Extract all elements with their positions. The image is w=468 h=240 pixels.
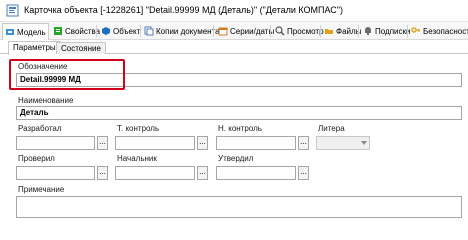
- toolbar-separator: [213, 25, 214, 37]
- name-label: Наименование: [18, 96, 74, 105]
- toolbar-separator: [407, 25, 408, 37]
- chief-select-button[interactable]: ...: [197, 166, 208, 180]
- developed-select-button[interactable]: ...: [97, 136, 108, 150]
- folder-icon: [325, 29, 333, 34]
- toolbar-separator: [96, 25, 97, 37]
- object-icon: [102, 27, 110, 35]
- model-icon: [6, 29, 14, 35]
- toolbar-separator: [140, 25, 141, 37]
- toolbar-object-button[interactable]: Объект: [99, 24, 142, 38]
- toolbar-subscriptions-label: Подписки: [375, 26, 411, 36]
- tcontrol-field[interactable]: [115, 136, 195, 150]
- toolbar-view-label: Просмотр: [287, 26, 324, 36]
- toolbar-series-button[interactable]: Серии/даты: [216, 24, 276, 38]
- tab-strip: Параметры Состояние: [0, 40, 468, 55]
- developed-label: Разработал: [18, 124, 62, 133]
- toolbar: Модель Свойства Объект Копии документа С…: [0, 22, 468, 40]
- key-icon: [411, 27, 420, 33]
- toolbar-model-label: Модель: [17, 27, 46, 37]
- chief-label: Начальник: [117, 154, 157, 163]
- toolbar-separator: [270, 25, 271, 37]
- toolbar-security-label: Безопасность: [423, 26, 468, 36]
- toolbar-model-button[interactable]: Модель: [2, 23, 49, 40]
- designation-highlight-box: [9, 59, 125, 90]
- toolbar-separator: [320, 25, 321, 37]
- developed-field[interactable]: [16, 136, 95, 150]
- note-label: Примечание: [18, 185, 65, 194]
- series-icon: [218, 27, 228, 36]
- tab-parameters[interactable]: Параметры: [8, 41, 61, 55]
- ncontrol-label: Н. контроль: [218, 124, 262, 133]
- tab-state[interactable]: Состояние: [56, 42, 106, 54]
- checked-field[interactable]: [16, 166, 95, 180]
- toolbar-object-label: Объект: [113, 26, 141, 36]
- toolbar-copies-button[interactable]: Копии документа: [142, 24, 222, 38]
- toolbar-properties-label: Свойства: [65, 26, 101, 36]
- name-field[interactable]: Деталь: [16, 106, 462, 120]
- window-title: Карточка объекта [-1228261] "Detail.9999…: [24, 5, 343, 15]
- toolbar-properties-button[interactable]: Свойства: [51, 24, 102, 38]
- subscriptions-icon: [365, 27, 371, 35]
- approved-label: Утвердил: [218, 154, 254, 163]
- checked-select-button[interactable]: ...: [97, 166, 108, 180]
- ncontrol-select-button[interactable]: ...: [298, 136, 309, 150]
- checked-label: Проверил: [18, 154, 55, 163]
- chevron-down-icon: [361, 141, 367, 145]
- app-card-icon: [6, 4, 19, 17]
- properties-icon: [54, 27, 62, 35]
- toolbar-separator: [48, 25, 49, 37]
- toolbar-series-label: Серии/даты: [230, 26, 275, 36]
- litera-label: Литера: [318, 124, 345, 133]
- toolbar-copies-label: Копии документа: [156, 26, 220, 36]
- tcontrol-select-button[interactable]: ...: [197, 136, 208, 150]
- toolbar-separator: [358, 25, 359, 37]
- approved-field[interactable]: [216, 166, 296, 180]
- litera-select[interactable]: [316, 136, 370, 150]
- tcontrol-label: Т. контроль: [117, 124, 160, 133]
- chief-field[interactable]: [115, 166, 195, 180]
- toolbar-subscriptions-button[interactable]: Подписки: [361, 24, 412, 38]
- copies-icon: [144, 26, 154, 36]
- note-textarea[interactable]: [16, 196, 462, 218]
- toolbar-view-button[interactable]: Просмотр: [273, 24, 326, 38]
- toolbar-security-button[interactable]: Безопасность: [409, 24, 468, 38]
- approved-select-button[interactable]: ...: [298, 166, 309, 180]
- magnifier-icon: [275, 26, 285, 36]
- ncontrol-field[interactable]: [216, 136, 296, 150]
- window-titlebar: Карточка объекта [-1228261] "Detail.9999…: [0, 0, 468, 22]
